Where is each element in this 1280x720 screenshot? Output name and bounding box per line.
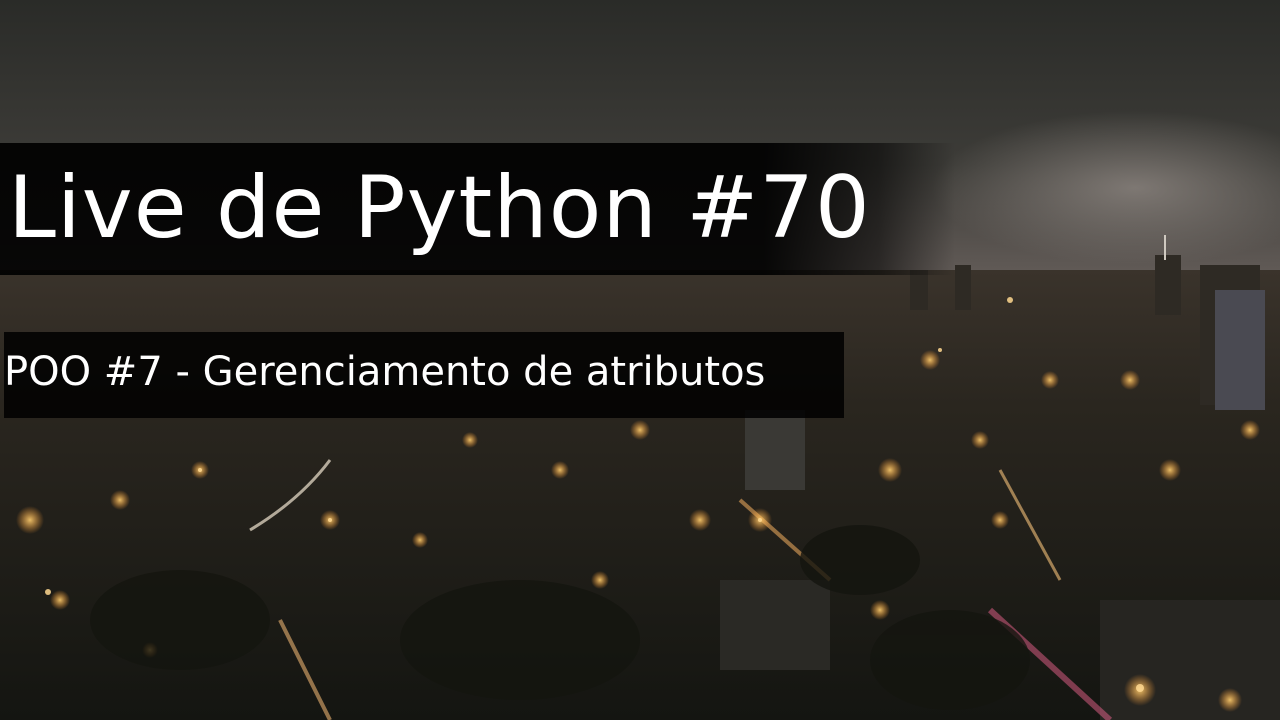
subtitle-banner: POO #7 - Gerenciamento de atributos	[4, 332, 844, 418]
slide-subtitle: POO #7 - Gerenciamento de atributos	[4, 349, 766, 395]
slide-title: Live de Python #70	[8, 158, 871, 258]
thumbnail-canvas: Live de Python #70 POO #7 - Gerenciament…	[0, 0, 1280, 720]
title-banner: Live de Python #70	[0, 143, 955, 275]
